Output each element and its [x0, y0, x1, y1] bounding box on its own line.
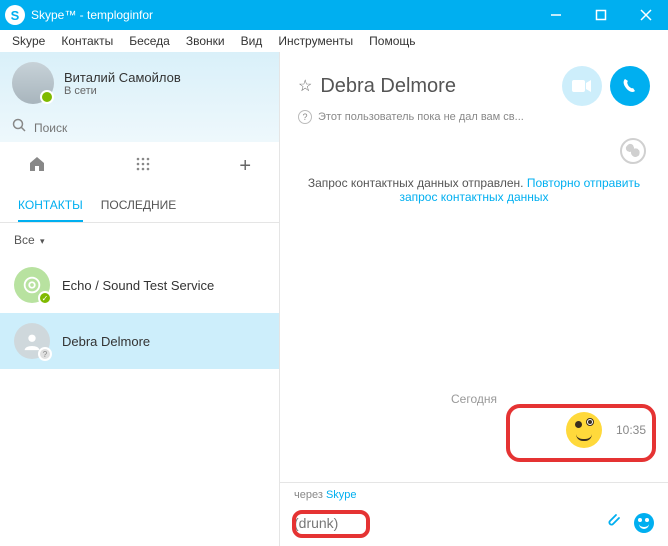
menu-conversation[interactable]: Беседа — [121, 32, 178, 50]
contact-name-label: Debra Delmore — [62, 334, 150, 349]
nav-icons-row: + — [0, 147, 279, 186]
globe-icon[interactable] — [620, 138, 646, 164]
video-call-button[interactable] — [562, 66, 602, 106]
minimize-button[interactable] — [533, 0, 578, 30]
menu-help[interactable]: Помощь — [361, 32, 423, 50]
date-separator: Сегодня — [280, 392, 668, 406]
profile-row[interactable]: Виталий Самойлов В сети — [0, 52, 279, 114]
sidebar: Виталий Самойлов В сети + КОНТАКТЫ ПОСЛЕ… — [0, 52, 280, 546]
attach-file-icon[interactable] — [604, 511, 622, 534]
via-row: через Skype — [280, 483, 668, 505]
filter-label: Все — [14, 233, 35, 247]
self-name: Виталий Самойлов — [64, 70, 181, 85]
maximize-button[interactable] — [578, 0, 623, 30]
via-skype-link[interactable]: Skype — [326, 489, 357, 501]
message-input[interactable] — [294, 515, 604, 531]
filter-dropdown[interactable]: Все ▾ — [0, 223, 279, 257]
menu-tools[interactable]: Инструменты — [270, 32, 361, 50]
emoji-picker-icon[interactable] — [634, 513, 654, 533]
menu-contacts[interactable]: Контакты — [53, 32, 121, 50]
search-icon — [12, 118, 26, 137]
dialpad-icon[interactable] — [135, 156, 151, 177]
add-contact-icon[interactable]: + — [239, 155, 251, 178]
home-icon[interactable] — [28, 155, 46, 178]
contact-name-label: Echo / Sound Test Service — [62, 278, 214, 293]
menu-calls[interactable]: Звонки — [178, 32, 233, 50]
tab-recent[interactable]: ПОСЛЕДНИЕ — [101, 192, 177, 222]
favorite-star-icon[interactable]: ☆ — [298, 76, 312, 96]
chat-pane: ☆ Debra Delmore ? Этот пользователь пока… — [280, 52, 668, 546]
tab-contacts[interactable]: КОНТАКТЫ — [18, 192, 83, 222]
contact-item-debra[interactable]: ? Debra Delmore — [0, 313, 279, 369]
search-row[interactable] — [0, 114, 279, 147]
chat-subtitle: Этот пользователь пока не дал вам св... — [318, 111, 524, 123]
message-sent: 10:35 — [566, 412, 646, 448]
title-bar: S Skype™ - temploginfor — [0, 0, 668, 30]
chat-body: Сегодня 10:35 — [280, 208, 668, 482]
presence-online-icon — [40, 90, 54, 104]
presence-unknown-icon: ? — [38, 347, 52, 361]
contact-avatar: ✓ — [14, 267, 50, 303]
presence-online-icon: ✓ — [38, 291, 52, 305]
drunk-emoji-icon — [566, 412, 602, 448]
chat-contact-name: Debra Delmore — [320, 75, 456, 98]
menu-bar: Skype Контакты Беседа Звонки Вид Инструм… — [0, 30, 668, 52]
search-input[interactable] — [34, 121, 267, 135]
voice-call-button[interactable] — [610, 66, 650, 106]
self-status: В сети — [64, 85, 181, 97]
close-button[interactable] — [623, 0, 668, 30]
menu-view[interactable]: Вид — [233, 32, 271, 50]
skype-logo-icon: S — [5, 5, 25, 25]
chevron-down-icon: ▾ — [40, 236, 45, 246]
menu-skype[interactable]: Skype — [4, 32, 53, 50]
window-title: Skype™ - temploginfor — [31, 8, 153, 22]
chat-header: ☆ Debra Delmore ? Этот пользователь пока… — [280, 52, 668, 132]
message-time: 10:35 — [616, 423, 646, 437]
contact-request-notice: Запрос контактных данных отправлен. Повт… — [280, 170, 668, 208]
contact-item-echo[interactable]: ✓ Echo / Sound Test Service — [0, 257, 279, 313]
sidebar-tabs: КОНТАКТЫ ПОСЛЕДНИЕ — [0, 186, 279, 222]
info-icon[interactable]: ? — [298, 110, 312, 124]
contact-avatar: ? — [14, 323, 50, 359]
compose-area: через Skype — [280, 482, 668, 546]
self-avatar — [12, 62, 54, 104]
